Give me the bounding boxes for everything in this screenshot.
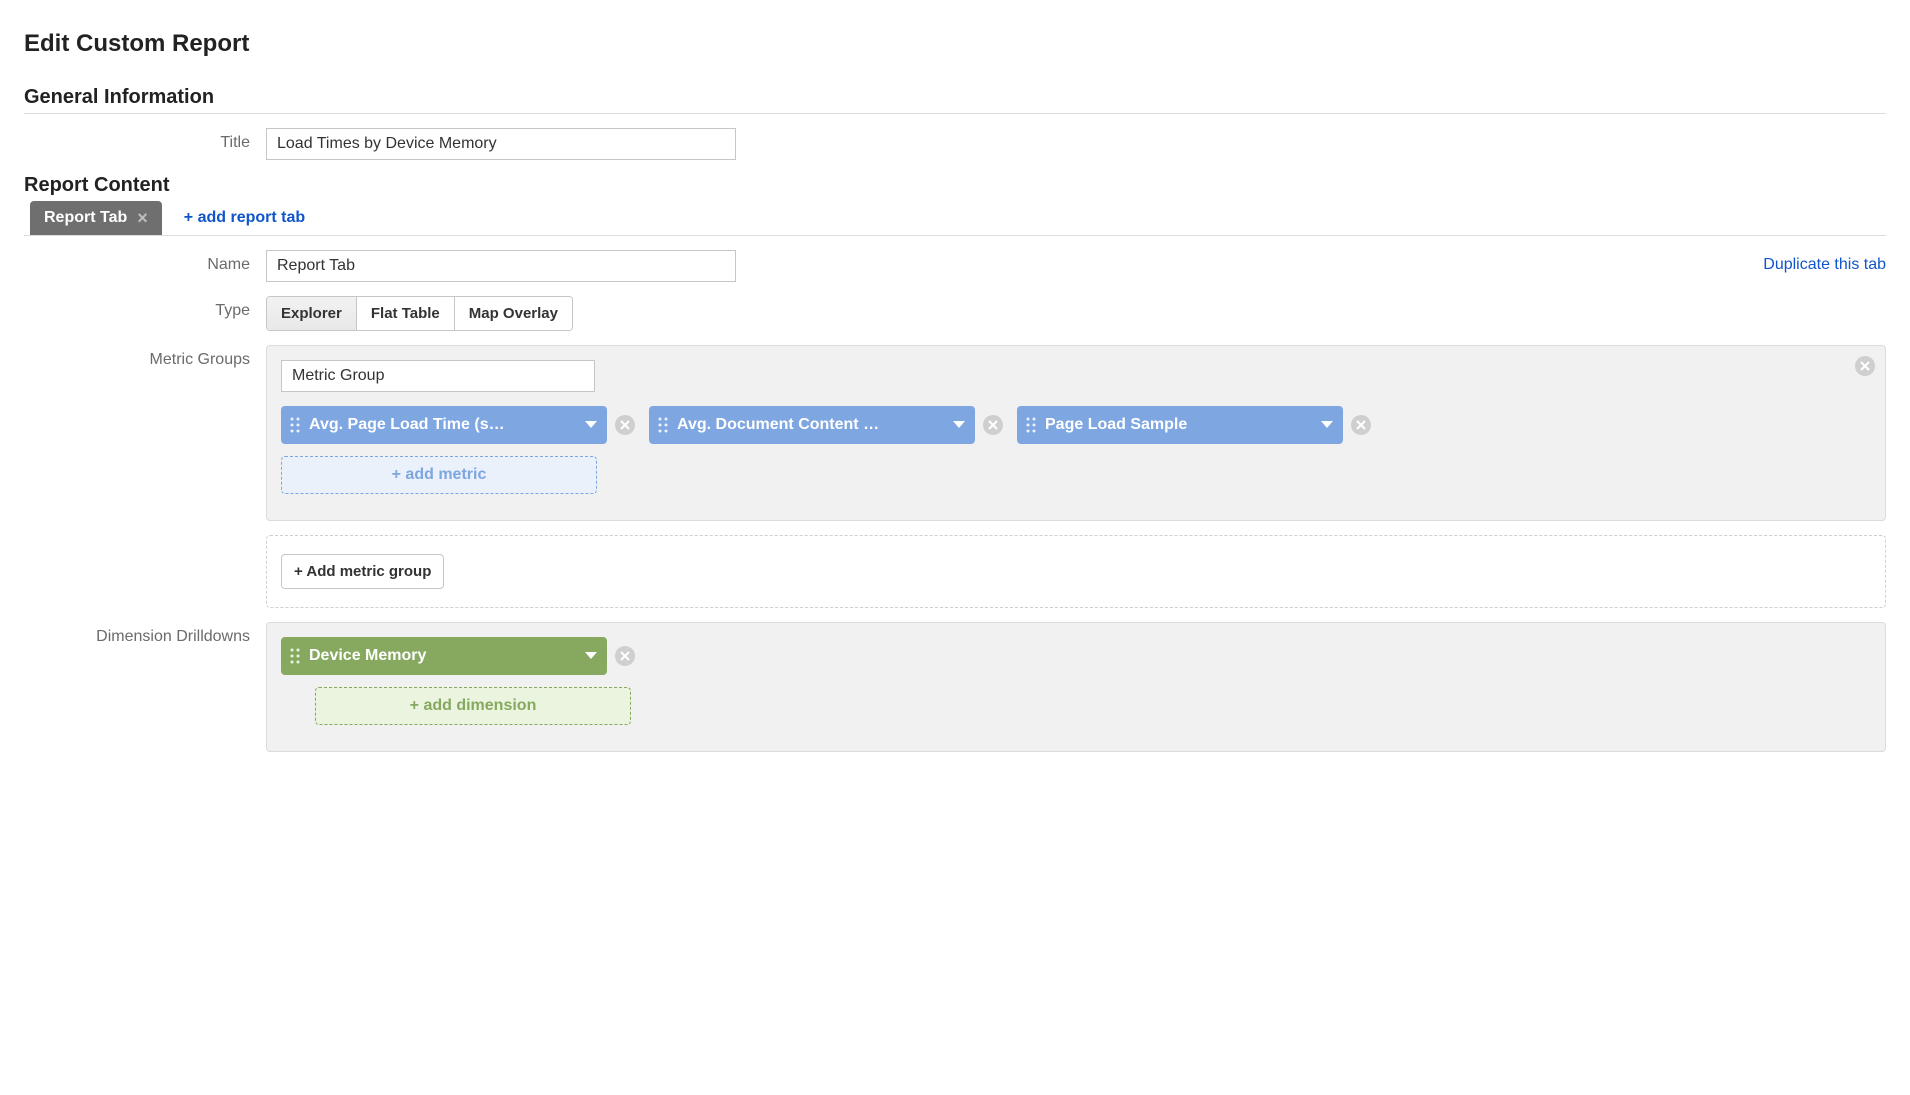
type-flat-table-button[interactable]: Flat Table	[357, 297, 455, 330]
drag-handle-icon[interactable]	[289, 416, 301, 434]
close-icon	[620, 420, 630, 430]
close-icon[interactable]: ×	[137, 209, 148, 227]
remove-metric-button[interactable]	[615, 415, 635, 435]
remove-dimension-button[interactable]	[615, 646, 635, 666]
drag-handle-icon[interactable]	[1025, 416, 1037, 434]
remove-metric-button[interactable]	[1351, 415, 1371, 435]
metric-chip-label: Avg. Document Content …	[677, 416, 945, 434]
close-icon	[620, 651, 630, 661]
chevron-down-icon	[953, 416, 965, 434]
type-map-overlay-button[interactable]: Map Overlay	[455, 297, 572, 330]
chevron-down-icon	[585, 416, 597, 434]
metric-group-panel: Avg. Page Load Time (s… Avg. D	[266, 345, 1886, 521]
close-icon	[1860, 361, 1870, 371]
metric-chip-avg-page-load-time[interactable]: Avg. Page Load Time (s…	[281, 406, 607, 444]
metric-chip-page-load-sample[interactable]: Page Load Sample	[1017, 406, 1343, 444]
drag-handle-icon[interactable]	[657, 416, 669, 434]
metric-group-name-input[interactable]	[281, 360, 595, 392]
drag-handle-icon[interactable]	[289, 647, 301, 665]
tab-label: Report Tab	[44, 209, 127, 227]
add-metric-button[interactable]: + add metric	[281, 456, 597, 494]
tabbar: Report Tab × + add report tab	[24, 201, 1886, 236]
add-metric-group-panel: + Add metric group	[266, 535, 1886, 608]
title-label: Title	[24, 128, 266, 152]
metric-chip-label: Page Load Sample	[1045, 416, 1313, 434]
metric-chips-row: Avg. Page Load Time (s… Avg. D	[281, 406, 1871, 456]
name-label: Name	[24, 250, 266, 274]
remove-metric-group-button[interactable]	[1855, 356, 1875, 376]
chevron-down-icon	[1321, 416, 1333, 434]
title-input[interactable]	[266, 128, 736, 160]
section-report-content: Report Content	[24, 174, 1886, 197]
add-dimension-button[interactable]: + add dimension	[315, 687, 631, 725]
duplicate-tab-link[interactable]: Duplicate this tab	[1763, 256, 1886, 274]
close-icon	[1356, 420, 1366, 430]
close-icon	[988, 420, 998, 430]
add-metric-group-button[interactable]: + Add metric group	[281, 554, 444, 589]
metric-chip-avg-document-content[interactable]: Avg. Document Content …	[649, 406, 975, 444]
dimension-chip-label: Device Memory	[309, 647, 577, 665]
tab-report-tab[interactable]: Report Tab ×	[30, 201, 162, 235]
page-title: Edit Custom Report	[24, 30, 1886, 58]
metric-chip-label: Avg. Page Load Time (s…	[309, 416, 577, 434]
divider	[24, 113, 1886, 114]
type-explorer-button[interactable]: Explorer	[267, 297, 357, 330]
dimension-drilldowns-panel: Device Memory + add dimension	[266, 622, 1886, 752]
dimension-drilldowns-label: Dimension Drilldowns	[24, 622, 266, 646]
metric-groups-label: Metric Groups	[24, 345, 266, 369]
type-label: Type	[24, 296, 266, 320]
type-toggle: Explorer Flat Table Map Overlay	[266, 296, 573, 331]
chevron-down-icon	[585, 647, 597, 665]
name-input[interactable]	[266, 250, 736, 282]
dimension-chip-device-memory[interactable]: Device Memory	[281, 637, 607, 675]
section-general-information: General Information	[24, 86, 1886, 109]
remove-metric-button[interactable]	[983, 415, 1003, 435]
add-report-tab-button[interactable]: + add report tab	[184, 209, 305, 227]
